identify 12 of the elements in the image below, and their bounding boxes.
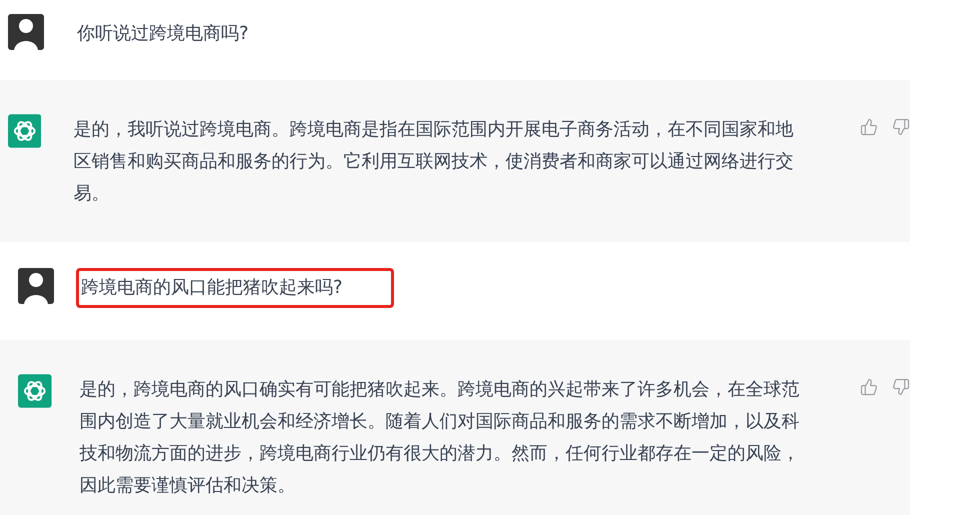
- assistant-logo-icon: [18, 374, 52, 408]
- thumbs-down-icon[interactable]: [892, 378, 910, 396]
- user-avatar-icon: [18, 268, 54, 304]
- thumbs-up-icon[interactable]: [860, 378, 878, 396]
- user-message: 跨境电商的风口能把猪吹起来吗?: [76, 268, 394, 308]
- user-avatar-icon: [8, 14, 44, 50]
- assistant-logo-icon: [8, 114, 42, 148]
- assistant-message: 是的，我听说过跨境电商。跨境电商是指在国际范围内开展电子商务活动，在不同国家和地区销售和购买商品和服务的行为。它利用互联网技术，使消费者和商家可以通过网络进行交易。: [73, 118, 794, 206]
- thumbs-up-icon[interactable]: [860, 118, 878, 136]
- assistant-message: 是的，跨境电商的风口确实有可能把猪吹起来。跨境电商的兴起带来了许多机会，在全球范围内创造了大量就业机会和经济增长。随着人们对国际商品和服务的需求不断增加，以及科技和物流方面的进步，跨境电商行业仍有很大的潜力。然而，任何行业都存在一定的风险，因此需要谨慎评估和决策。: [80, 378, 801, 498]
- user-message: 你听说过跨境电商吗?: [76, 22, 250, 46]
- thumbs-down-icon[interactable]: [892, 118, 910, 136]
